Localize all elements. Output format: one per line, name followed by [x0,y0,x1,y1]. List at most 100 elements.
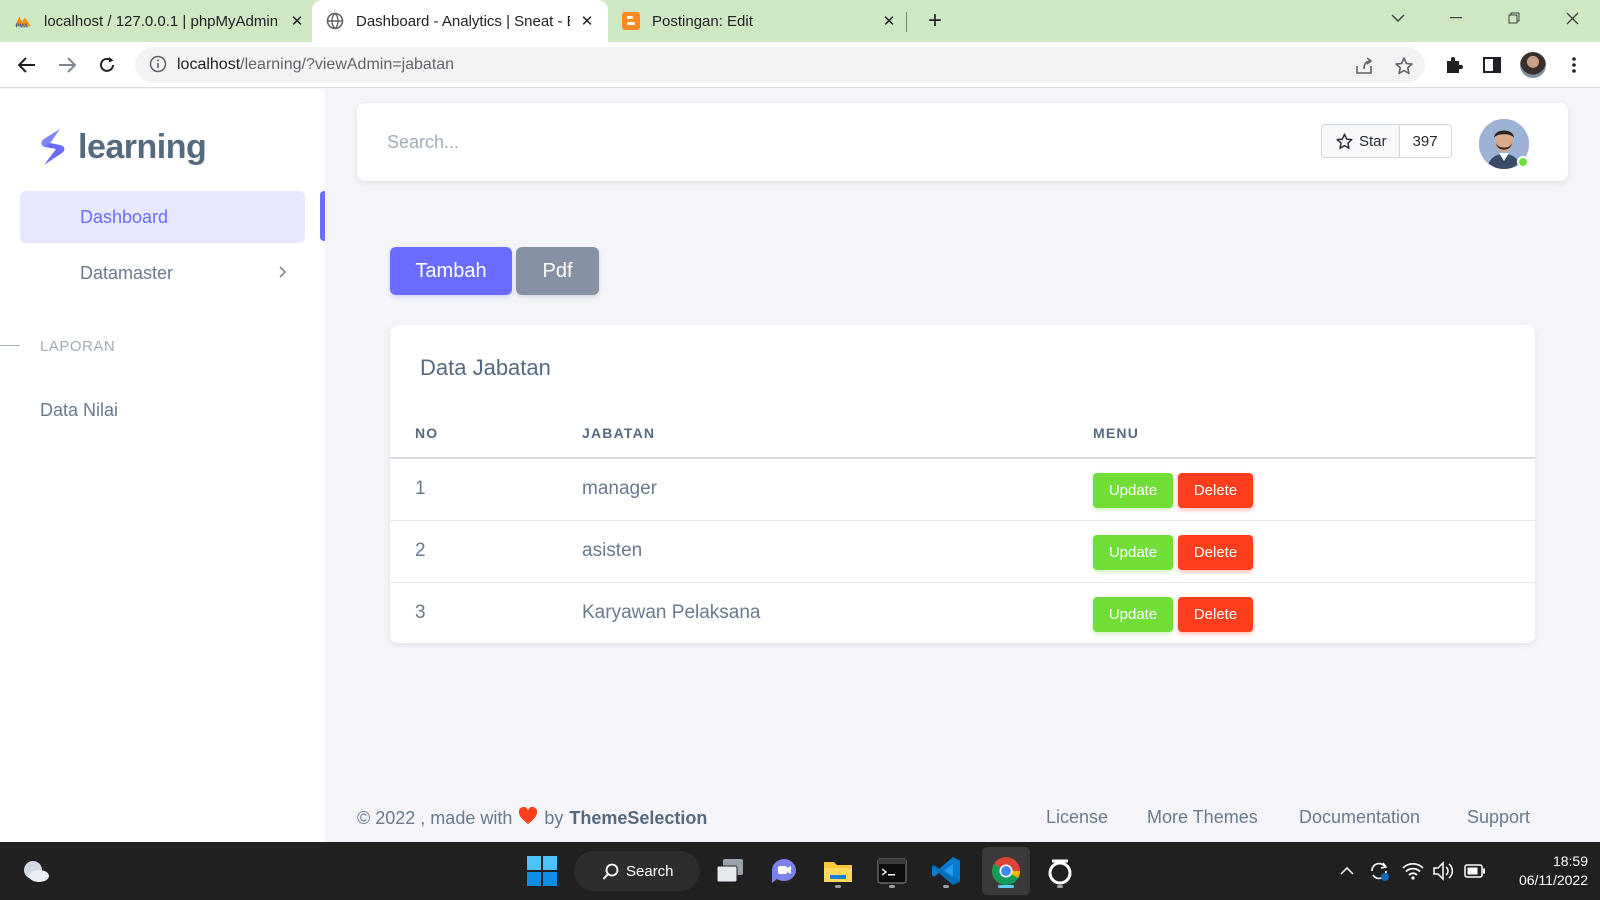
top-navbar: Star 397 [357,103,1568,181]
data-jabatan-card: Data Jabatan NO JABATAN MENU 1 manager U… [390,325,1535,643]
tab-search-chevron-icon[interactable] [1374,0,1422,36]
sidebar-item-label: Dashboard [80,207,169,227]
weather-widget-icon[interactable] [16,851,56,891]
address-bar[interactable]: localhost/learning/?viewAdmin=jabatan [135,47,1425,83]
online-status-dot [1517,156,1529,168]
star-button[interactable]: Star [1322,125,1400,157]
footer-link-more-themes[interactable]: More Themes [1147,807,1258,828]
star-icon [1336,133,1353,149]
clock-time: 18:59 [1552,853,1588,869]
sidebar-item-dashboard[interactable]: Dashboard [20,191,305,243]
sidebar-item-label: Data Nilai [40,400,119,420]
clock-date: 06/11/2022 [1518,872,1588,888]
bookmark-star-icon[interactable] [1393,55,1415,77]
section-header-laporan: LAPORAN [40,338,116,355]
phpmyadmin-icon: PMA [14,12,32,30]
vscode-icon[interactable] [926,851,966,891]
new-tab-button[interactable]: + [922,8,948,34]
browser-menu-icon[interactable] [1560,51,1588,79]
url-path: /learning/?viewAdmin=jabatan [240,56,455,73]
cell-jabatan: manager [582,478,657,499]
delete-button[interactable]: Delete [1178,535,1253,570]
battery-icon[interactable] [1464,842,1486,900]
cell-jabatan: Karyawan Pelaksana [582,602,761,623]
active-indicator [998,885,1014,888]
tab-title: localhost / 127.0.0.1 | phpMyAdmin [44,12,279,30]
share-icon[interactable] [1353,55,1375,77]
sidebar-item-datamaster[interactable]: Datamaster [80,263,173,284]
task-view-icon[interactable] [710,851,750,891]
file-explorer-icon[interactable] [818,851,858,891]
wifi-icon[interactable] [1402,842,1424,900]
cell-no: 1 [415,478,426,499]
sidebar-item-data-nilai[interactable]: Data Nilai [40,400,118,421]
url-text: localhost/learning/?viewAdmin=jabatan [177,56,454,74]
forward-button[interactable] [53,51,81,79]
start-button[interactable] [522,851,562,891]
tab-blogger[interactable]: Postingan: Edit ✕ [622,0,898,42]
windows-taskbar: Search 18:59 06/11/2022 [0,842,1600,900]
footer-link-support[interactable]: Support [1467,807,1530,828]
update-button[interactable]: Update [1093,473,1173,508]
close-tab-icon[interactable]: ✕ [578,12,596,30]
tab-separator [906,12,907,32]
pdf-button[interactable]: Pdf [516,247,599,295]
search-input[interactable] [387,125,657,159]
tambah-button[interactable]: Tambah [390,247,512,295]
running-indicator [889,885,895,888]
table-row: 1 manager Update Delete [390,459,1535,521]
update-button[interactable]: Update [1093,597,1173,632]
brand-name: learning [78,127,207,166]
sneat-logo-icon [41,129,65,165]
themeselection-link[interactable]: ThemeSelection [569,808,707,829]
tray-overflow-icon[interactable] [1340,842,1354,900]
column-header-menu: MENU [1093,425,1140,441]
close-tab-icon[interactable]: ✕ [288,12,306,30]
update-button[interactable]: Update [1093,535,1173,570]
heart-icon [518,806,538,830]
page-footer: © 2022 , made with by ThemeSelection Lic… [357,805,1537,833]
column-header-no: NO [415,425,439,441]
browser-toolbar: localhost/learning/?viewAdmin=jabatan [0,42,1600,88]
table-row: 2 asisten Update Delete [390,521,1535,583]
browser-tab-bar: PMA localhost / 127.0.0.1 | phpMyAdmin ✕… [0,0,1600,42]
tab-phpmyadmin[interactable]: PMA localhost / 127.0.0.1 | phpMyAdmin ✕ [14,0,306,42]
minimize-button[interactable] [1432,0,1480,36]
copyright-text: © 2022 , made with [357,808,513,828]
column-header-jabatan: JABATAN [582,425,656,441]
brand-logo[interactable]: learning [38,127,207,167]
close-tab-icon[interactable]: ✕ [880,12,898,30]
github-star-button[interactable]: Star 397 [1321,124,1452,158]
taskbar-search-button[interactable]: Search [574,851,700,891]
tab-dashboard[interactable]: Dashboard - Analytics | Sneat - Bootstra… [312,0,608,42]
close-window-button[interactable] [1548,0,1596,36]
side-panel-icon[interactable] [1478,51,1506,79]
back-button[interactable] [13,51,41,79]
chrome-icon[interactable] [986,851,1026,891]
delete-button[interactable]: Delete [1178,597,1253,632]
footer-link-license[interactable]: License [1046,807,1108,828]
volume-icon[interactable] [1432,842,1454,900]
delete-button[interactable]: Delete [1178,473,1253,508]
star-label: Star [1359,132,1387,150]
running-indicator [835,885,841,888]
extensions-icon[interactable] [1440,51,1468,79]
tab-title: Postingan: Edit [652,12,753,30]
restore-button[interactable] [1490,0,1538,36]
chevron-right-icon [278,265,287,283]
taskbar-search-label: Search [626,862,674,880]
site-info-icon[interactable] [149,55,169,75]
teams-chat-icon[interactable] [764,851,804,891]
browser-profile-avatar[interactable] [1520,52,1546,78]
footer-link-documentation[interactable]: Documentation [1299,807,1420,828]
footer-copyright: © 2022 , made with by ThemeSelection [357,806,707,830]
sync-icon[interactable] [1368,842,1390,900]
obs-icon[interactable] [1040,851,1080,891]
system-clock[interactable]: 18:59 06/11/2022 [1500,852,1588,890]
url-host: localhost [177,56,241,73]
card-title: Data Jabatan [420,355,551,380]
reload-button[interactable] [93,51,121,79]
terminal-icon[interactable] [872,851,912,891]
star-count[interactable]: 397 [1399,125,1451,157]
section-divider [0,345,20,346]
